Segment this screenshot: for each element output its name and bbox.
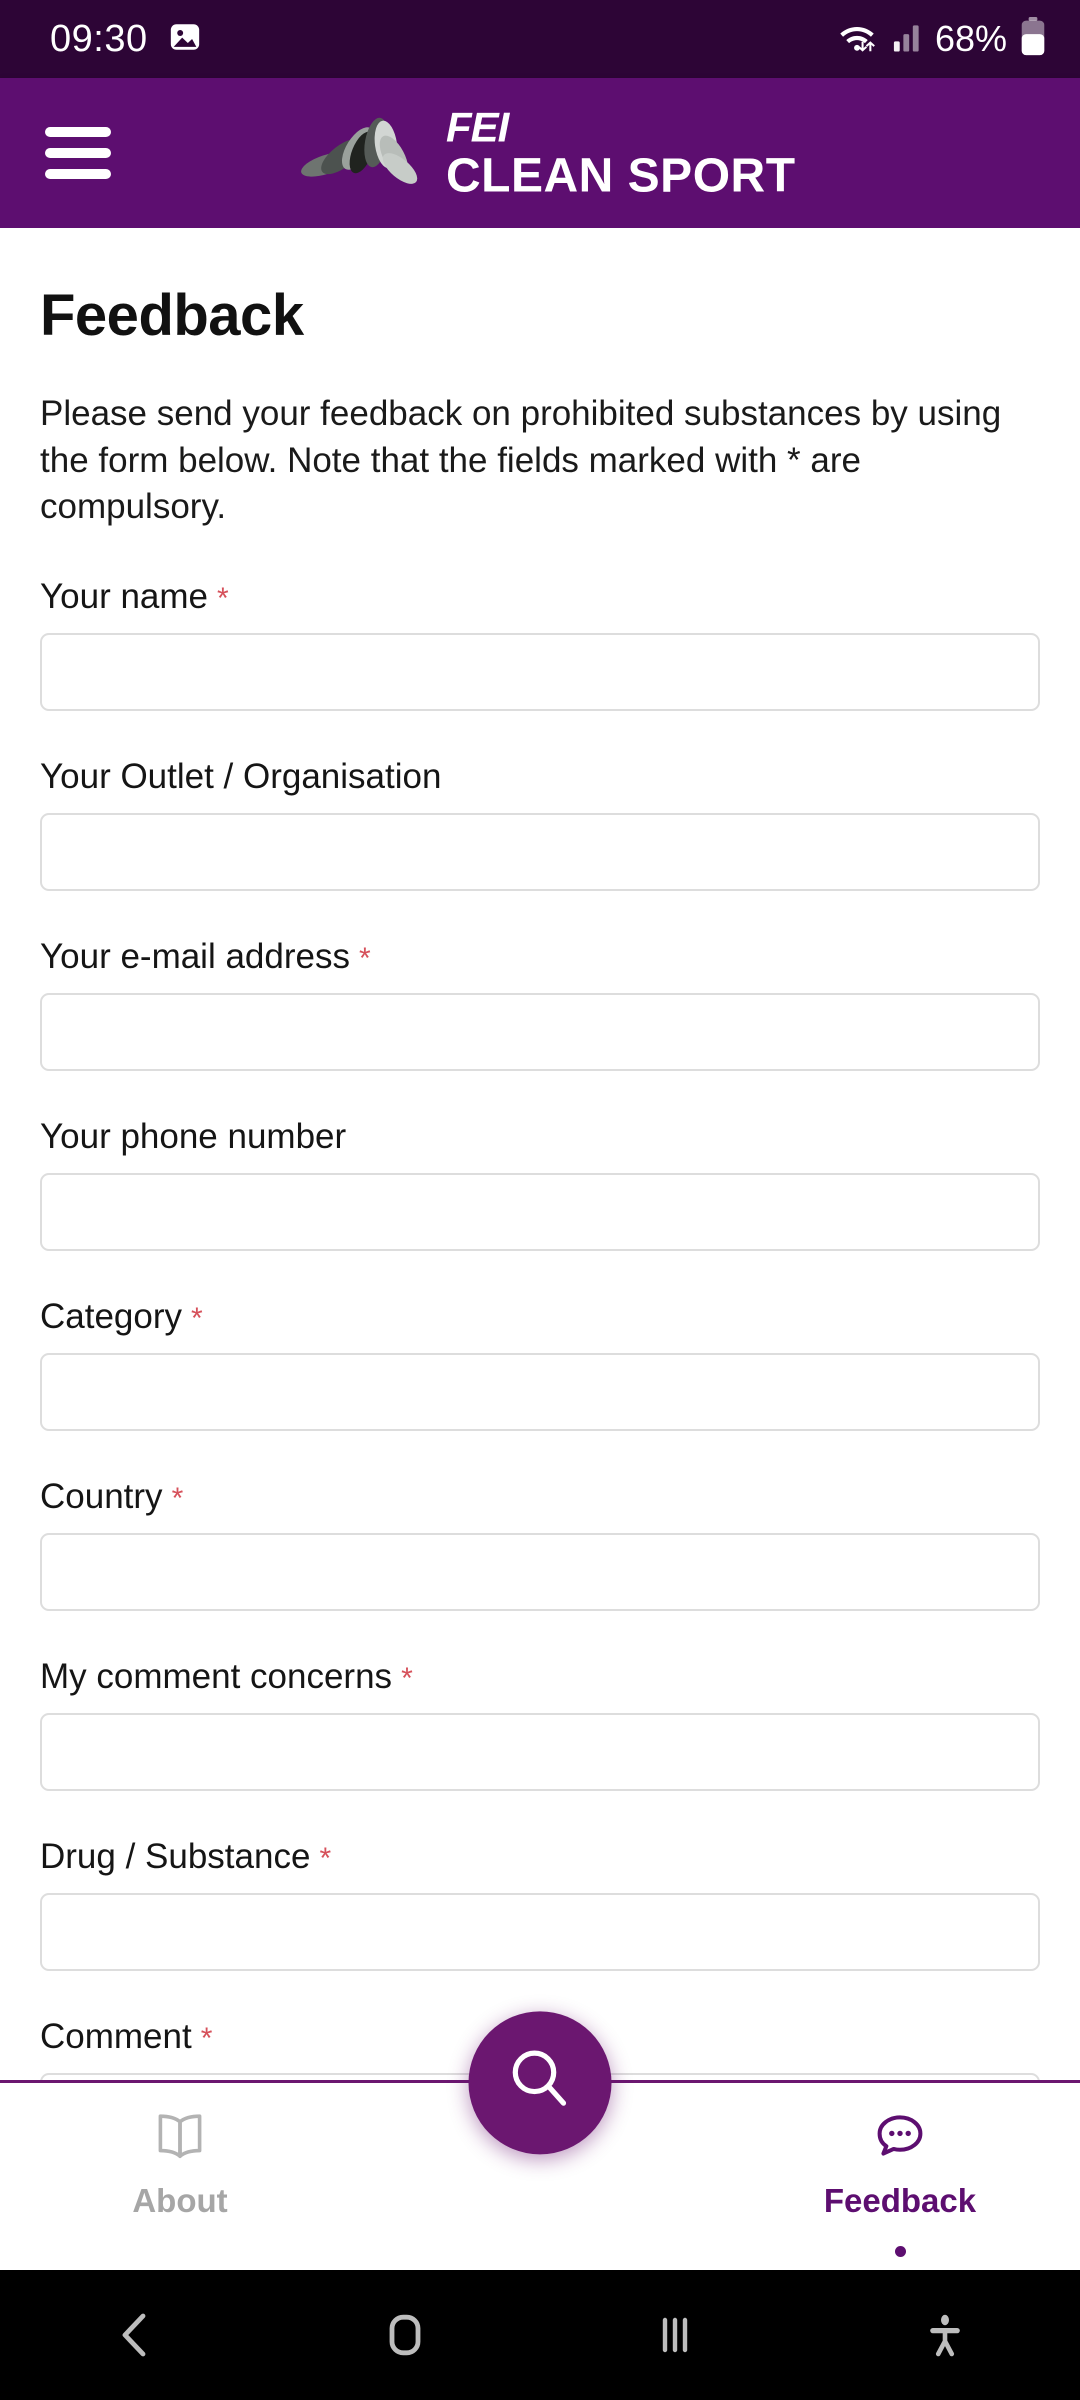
page-content: Feedback Please send your feedback on pr… [0,228,1080,2080]
battery-icon [1020,16,1046,62]
status-bar-right: 68% [835,16,1046,62]
form-field: Your name * [40,577,1040,711]
status-bar-clock: 09:30 [50,18,148,60]
field-label-text: Comment [40,2016,192,2056]
active-tab-indicator-dot [894,2246,906,2257]
form-field: Your Outlet / Organisation [40,757,1040,891]
field-label-text: Your e-mail address [40,936,350,976]
recents-icon[interactable] [600,2270,750,2400]
field-label-text: Category [40,1296,183,1336]
required-asterisk: * [319,1841,332,1875]
form-field: My comment concerns * [40,1657,1040,1791]
back-icon[interactable] [60,2270,210,2400]
field-input[interactable] [40,1712,1040,1791]
field-label-text: Your Outlet / Organisation [40,756,442,796]
status-bar-left: 09:30 [50,20,202,59]
brand-text: FEI CLEAN SPORT [446,106,796,200]
hamburger-bar [45,148,111,158]
required-asterisk: * [191,1301,203,1335]
brand-lockup: FEI CLEAN SPORT [300,101,796,206]
field-label: Country * [40,1477,1040,1517]
field-label-text: Your phone number [40,1116,347,1156]
field-input[interactable] [40,812,1040,891]
book-icon [150,2111,210,2168]
chat-bubble-icon [871,2111,929,2168]
form-field: Your phone number [40,1117,1040,1251]
nav-tab-about-label: About [132,2182,228,2219]
required-asterisk: * [358,941,371,975]
field-input[interactable] [40,1172,1040,1251]
required-asterisk: * [200,2021,213,2055]
field-label: Category * [40,1297,1040,1337]
required-asterisk: * [217,581,229,615]
form-field: Drug / Substance * [40,1837,1040,1971]
home-icon[interactable] [330,2270,480,2400]
nav-tab-about[interactable]: About [0,2083,360,2220]
hamburger-menu-icon[interactable] [45,127,111,179]
field-input[interactable] [40,632,1040,711]
page-intro-text: Please send your feedback on prohibited … [40,394,1002,527]
cellular-signal-icon [892,21,922,58]
brand-fei-label: FEI [446,103,509,150]
hamburger-bar [45,169,111,179]
field-label: My comment concerns * [40,1657,1040,1697]
fei-lotus-logo [300,101,428,206]
field-label: Drug / Substance * [40,1837,1040,1877]
form-field: Category * [40,1297,1040,1431]
brand-clean-sport-label: CLEAN SPORT [446,149,796,202]
form-field: Country * [40,1477,1040,1611]
form-field: Your e-mail address * [40,937,1040,1071]
nav-tab-feedback-label: Feedback [823,2182,977,2219]
phone-screen: 09:30 68% FEI CLEAN SPORT Feedback Pleas… [0,0,1080,2400]
feedback-form: Your name * Your Outlet / Organisation Your… [40,577,1040,2080]
search-icon [502,2042,578,2123]
field-label: Your phone number [40,1117,1040,1157]
hamburger-bar [45,127,111,137]
field-label: Your name * [40,577,1040,617]
field-label: Your e-mail address * [40,937,1040,977]
wifi-icon [835,19,879,60]
field-label-text: Country [40,1476,163,1516]
field-label-text: Drug / Substance [40,1836,311,1876]
battery-percent-label: 68% [934,18,1007,59]
field-label: Your Outlet / Organisation [40,757,1040,797]
nav-tab-feedback[interactable]: Feedback [720,2083,1080,2257]
status-bar: 09:30 68% [0,0,1080,78]
field-input[interactable] [40,1532,1040,1611]
accessibility-icon[interactable] [870,2270,1020,2400]
field-label-text: My comment concerns [40,1656,393,1696]
app-header: FEI CLEAN SPORT [0,78,1080,228]
field-label-text: Your name [40,576,208,616]
image-notification-icon [168,20,202,59]
required-asterisk: * [171,1481,184,1515]
field-input[interactable] [40,1352,1040,1431]
search-fab-button[interactable] [468,2011,612,2155]
android-navigation-bar [0,2270,1080,2400]
page-title: Feedback [40,283,304,348]
required-asterisk: * [401,1661,413,1695]
field-input[interactable] [40,1892,1040,1971]
field-input[interactable] [40,992,1040,1071]
